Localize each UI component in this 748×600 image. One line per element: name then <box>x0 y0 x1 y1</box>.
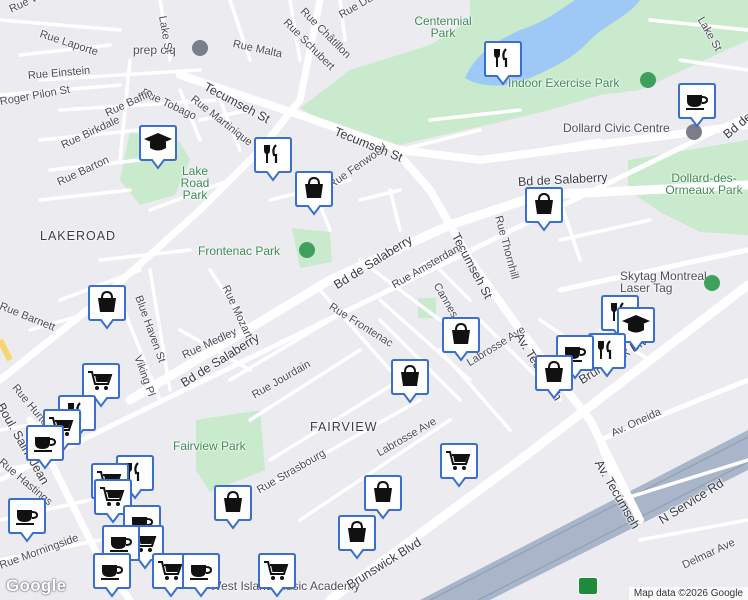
school-pin-icon[interactable] <box>139 124 177 170</box>
park-label[interactable]: Indoor Exercise Park <box>508 77 619 89</box>
neighborhood-label: FAIRVIEW <box>310 420 378 434</box>
shopping-pin-icon[interactable] <box>535 354 573 400</box>
park-marker-icon[interactable] <box>299 242 315 258</box>
cafe-pin-icon[interactable] <box>678 82 716 128</box>
park-label[interactable]: Fairview Park <box>173 440 246 452</box>
neighborhood-label: LAKEROAD <box>40 229 117 243</box>
shopping-pin-icon[interactable] <box>338 514 376 560</box>
shopping-pin-icon[interactable] <box>525 186 563 232</box>
park-marker-icon[interactable] <box>640 72 656 88</box>
shopping-pin-icon[interactable] <box>88 284 126 330</box>
cafe-pin-icon[interactable] <box>8 497 46 543</box>
park-label[interactable]: Frontenac Park <box>198 245 280 257</box>
google-logo[interactable]: Google <box>6 576 66 596</box>
shopping-pin-icon[interactable] <box>391 358 429 404</box>
park-label[interactable]: Dollard-des-Ormeaux Park <box>658 172 748 196</box>
cafe-pin-icon[interactable] <box>26 424 64 470</box>
shopping-pin-icon[interactable] <box>214 484 252 530</box>
cafe-pin-icon[interactable] <box>93 552 131 598</box>
park-marker-icon[interactable] <box>704 275 720 291</box>
restaurant-pin-icon[interactable] <box>254 136 292 182</box>
map-attribution[interactable]: Map data ©2026 Google <box>628 587 748 600</box>
cafe-pin-icon[interactable] <box>182 552 220 598</box>
grocery-pin-icon[interactable] <box>440 442 478 488</box>
map-canvas[interactable]: LAKEROAD FAIRVIEW Centennial Park Lake R… <box>0 0 748 600</box>
poi-label[interactable]: Dollard Civic Centre <box>563 122 670 134</box>
poi-marker-icon[interactable] <box>192 40 208 56</box>
shopping-pin-icon[interactable] <box>295 170 333 216</box>
park-label[interactable]: Lake Road Park <box>170 165 220 201</box>
shopping-pin-icon[interactable] <box>442 316 480 362</box>
restaurant-pin-icon[interactable] <box>484 40 522 86</box>
highway-shield-icon <box>578 577 598 595</box>
grocery-pin-icon[interactable] <box>258 552 296 598</box>
park-label[interactable]: Centennial Park <box>413 15 473 39</box>
